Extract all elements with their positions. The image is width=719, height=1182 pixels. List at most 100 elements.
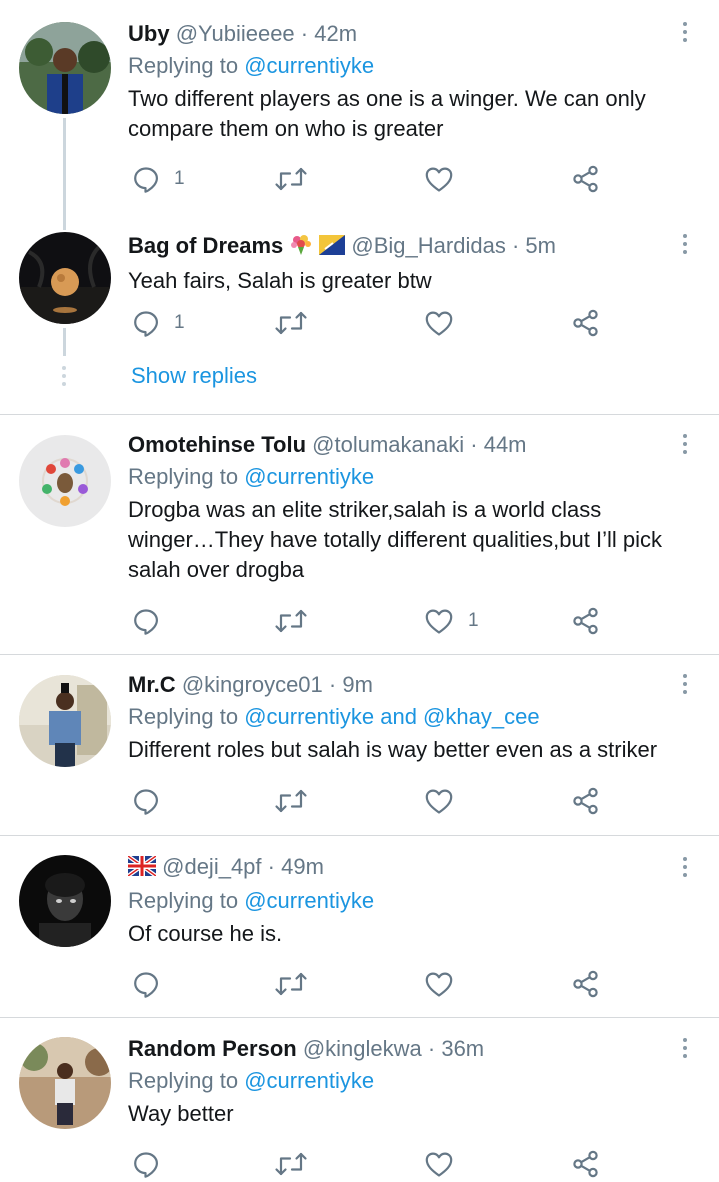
more-vertical-icon[interactable] [679,234,691,258]
replying-to: Replying to @currentiyke [128,464,375,489]
tweet-2[interactable]: Bag of Dreams @Big_Hardidas · 5m Yeah fa… [0,230,719,414]
share-button[interactable] [571,161,601,197]
avatar[interactable] [19,1037,111,1129]
share-button[interactable] [571,603,601,639]
mention-link[interactable]: @currentiyke and @khay_cee [244,704,539,729]
flag-emoji-icon [319,234,346,262]
display-name[interactable]: Uby [128,21,170,46]
share-icon [571,607,601,635]
tweet-4[interactable]: Mr.C @kingroyce01 · 9m Replying to @curr… [0,655,719,835]
avatar[interactable] [19,675,111,767]
retweet-icon [274,970,308,998]
tweet-text: Way better [128,1101,234,1126]
like-button[interactable] [424,161,454,197]
replying-to: Replying to @currentiyke and @khay_cee [128,704,540,729]
more-vertical-icon[interactable] [679,22,691,46]
user-handle[interactable]: @tolumakanaki [312,432,464,457]
retweet-button[interactable] [274,603,308,639]
display-name[interactable]: Omotehinse Tolu [128,432,306,457]
replying-to: Replying to @currentiyke [128,53,375,78]
reply-icon [132,1150,160,1178]
show-replies-link[interactable]: Show replies [131,363,257,389]
mention-link[interactable]: @currentiyke [244,53,374,78]
avatar[interactable] [19,22,111,114]
share-button[interactable] [571,1146,601,1182]
timestamp: · 44m [470,432,527,457]
heart-icon [424,787,454,815]
timestamp: · 36m [427,1036,485,1061]
mention-link[interactable]: @currentiyke [244,464,374,489]
tweet-header: Uby @Yubiieeee · 42m [128,20,679,48]
retweet-icon [274,309,308,337]
reply-icon [132,165,160,193]
reply-button[interactable]: 1 [132,305,185,341]
mention-link[interactable]: @currentiyke [244,888,374,913]
bouquet-emoji-icon [289,233,313,262]
retweet-icon [274,1150,308,1178]
reply-count: 1 [174,168,185,189]
heart-icon [424,970,454,998]
like-button[interactable] [424,966,454,1002]
reply-button[interactable] [132,603,160,639]
reply-count: 1 [174,312,185,333]
user-handle[interactable]: @Yubiieeee [176,21,295,46]
replying-to: Replying to @currentiyke [128,1068,375,1093]
display-name[interactable]: Bag of Dreams [128,233,283,258]
retweet-button[interactable] [274,783,308,819]
reply-button[interactable] [132,783,160,819]
user-handle[interactable]: @kingroyce01 [182,672,323,697]
display-name[interactable]: Mr.C [128,672,176,697]
tweet-5[interactable]: @deji_4pf · 49m Replying to @currentiyke… [0,836,719,1017]
tweet-text: Different roles but salah is way better … [128,737,658,762]
tweet-1[interactable]: Uby @Yubiieeee · 42m Replying to @curren… [0,0,719,230]
more-vertical-icon[interactable] [679,857,691,881]
user-handle[interactable]: @kinglekwa [303,1036,422,1061]
tweet-text: Yeah fairs, Salah is greater btw [128,268,432,293]
reply-icon [132,607,160,635]
user-handle[interactable]: @deji_4pf [162,854,261,879]
share-icon [571,787,601,815]
share-button[interactable] [571,305,601,341]
like-button[interactable] [424,783,454,819]
like-button[interactable]: 1 [424,603,479,639]
reply-button[interactable] [132,966,160,1002]
tweet-6[interactable]: Random Person @kinglekwa · 36m Replying … [0,1018,719,1175]
avatar[interactable] [19,435,111,527]
heart-icon [424,309,454,337]
reply-button[interactable]: 1 [132,161,185,197]
share-button[interactable] [571,783,601,819]
retweet-icon [274,165,308,193]
user-handle[interactable]: @Big_Hardidas [351,233,505,258]
like-button[interactable] [424,305,454,341]
reply-icon [132,309,160,337]
tweet-3[interactable]: Omotehinse Tolu @tolumakanaki · 44m Repl… [0,415,719,654]
reply-icon [132,970,160,998]
tweet-header: Omotehinse Tolu @tolumakanaki · 44m [128,431,679,459]
more-vertical-icon[interactable] [679,674,691,698]
timestamp: · 49m [267,854,324,879]
uk-flag-emoji-icon [126,854,158,883]
retweet-button[interactable] [274,966,308,1002]
share-icon [571,165,601,193]
retweet-button[interactable] [274,161,308,197]
tweet-header: Mr.C @kingroyce01 · 9m [128,671,679,699]
timestamp: · 5m [511,233,556,258]
more-vertical-icon[interactable] [679,434,691,458]
retweet-button[interactable] [274,1146,308,1182]
reply-icon [132,787,160,815]
reply-button[interactable] [132,1146,160,1182]
tweet-text: Of course he is. [128,921,283,946]
share-button[interactable] [571,966,601,1002]
tweet-header: Bag of Dreams @Big_Hardidas · 5m [128,232,679,262]
heart-icon [424,607,454,635]
like-count: 1 [468,610,479,631]
mention-link[interactable]: @currentiyke [244,1068,374,1093]
avatar[interactable] [19,232,111,324]
display-name[interactable]: Random Person [128,1036,297,1061]
retweet-icon [274,787,308,815]
more-vertical-icon[interactable] [679,1038,691,1062]
share-icon [571,970,601,998]
retweet-button[interactable] [274,305,308,341]
avatar[interactable] [19,855,111,947]
like-button[interactable] [424,1146,454,1182]
